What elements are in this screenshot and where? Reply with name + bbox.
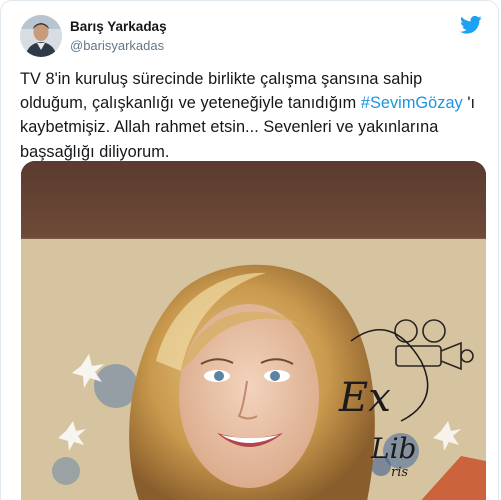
hashtag-link[interactable]: #SevimGözay [361,94,463,112]
tweet-card: Barış Yarkadaş @barisyarkadas TV 8'in ku… [0,0,499,500]
tweet-header: Barış Yarkadaş @barisyarkadas [20,13,484,59]
author-handle[interactable]: @barisyarkadas [70,36,167,55]
overlay-text-ex: Ex [338,375,391,421]
twitter-bird-icon[interactable] [460,15,482,35]
portrait-illustration: Ex Lib ris [21,161,486,500]
overlay-text-lib: Lib [370,432,416,465]
author-names: Barış Yarkadaş @barisyarkadas [70,17,167,55]
author-display-name[interactable]: Barış Yarkadaş [70,17,167,36]
tweet-media-image[interactable]: Ex Lib ris [21,161,486,500]
avatar[interactable] [20,15,62,57]
overlay-text-ris: ris [391,465,408,480]
tweet-text: TV 8'in kuruluş sürecinde birlikte çalış… [20,67,490,164]
